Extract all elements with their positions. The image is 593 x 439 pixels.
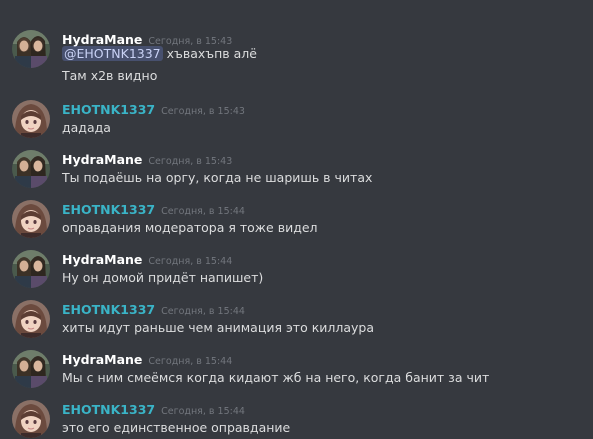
chat-messages: HydraMane Сегодня, в 15:43 @EHOTNK1337 хъ… xyxy=(0,0,593,439)
hydra-avatar-icon[interactable] xyxy=(12,30,50,68)
ehot-avatar-icon[interactable] xyxy=(12,400,50,438)
timestamp: Сегодня, в 15:43 xyxy=(148,156,233,167)
message-text: Мы с ним смеёмся когда кидают жб на него… xyxy=(62,370,490,385)
username[interactable]: HydraMane xyxy=(62,252,142,267)
ehot-avatar-icon[interactable] xyxy=(12,300,50,338)
username[interactable]: EHOTNK1337 xyxy=(62,102,155,117)
message-text: дадада xyxy=(62,120,111,135)
username[interactable]: HydraMane xyxy=(62,352,142,367)
username[interactable]: EHOTNK1337 xyxy=(62,202,155,217)
username[interactable]: EHOTNK1337 xyxy=(62,402,155,417)
ehot-avatar-icon[interactable] xyxy=(12,100,50,138)
message-text: это его единственное оправдание xyxy=(62,420,291,435)
timestamp: Сегодня, в 15:43 xyxy=(161,106,245,117)
message-text: оправдания модератора я тоже видел xyxy=(62,220,318,235)
timestamp: Сегодня, в 15:44 xyxy=(161,406,245,417)
timestamp: Сегодня, в 15:44 xyxy=(148,356,233,367)
user-mention[interactable]: @EHOTNK1337 xyxy=(62,46,163,61)
username[interactable]: EHOTNK1337 xyxy=(62,302,155,317)
hydra-avatar-icon[interactable] xyxy=(12,250,50,288)
message-text-part: хъвахъпв алё xyxy=(162,46,257,61)
message-header: HydraMane Сегодня, в 15:44 xyxy=(62,350,232,368)
message-header: EHOTNK1337 Сегодня, в 15:43 xyxy=(62,100,245,118)
ehot-avatar-icon[interactable] xyxy=(12,200,50,238)
hydra-avatar-icon[interactable] xyxy=(12,350,50,388)
message-text: Ты подаёшь на оргу, когда не шаришь в чи… xyxy=(62,170,373,185)
message-text: @EHOTNK1337 хъвахъпв алё xyxy=(62,45,257,63)
message-text: хиты идут раньше чем анимация это киллау… xyxy=(62,320,375,335)
username[interactable]: HydraMane xyxy=(62,152,142,167)
message-text: Ну он домой придёт напишет) xyxy=(62,270,264,285)
message-header: EHOTNK1337 Сегодня, в 15:44 xyxy=(62,400,245,418)
message-header: HydraMane Сегодня, в 15:44 xyxy=(62,250,232,268)
timestamp: Сегодня, в 15:44 xyxy=(148,256,233,267)
message-text: Там х2в видно xyxy=(62,68,158,83)
message-header: HydraMane Сегодня, в 15:43 xyxy=(62,150,232,168)
message-header: EHOTNK1337 Сегодня, в 15:44 xyxy=(62,200,245,218)
hydra-avatar-icon[interactable] xyxy=(12,150,50,188)
timestamp: Сегодня, в 15:44 xyxy=(161,306,245,317)
message-header: EHOTNK1337 Сегодня, в 15:44 xyxy=(62,300,245,318)
timestamp: Сегодня, в 15:44 xyxy=(161,206,245,217)
